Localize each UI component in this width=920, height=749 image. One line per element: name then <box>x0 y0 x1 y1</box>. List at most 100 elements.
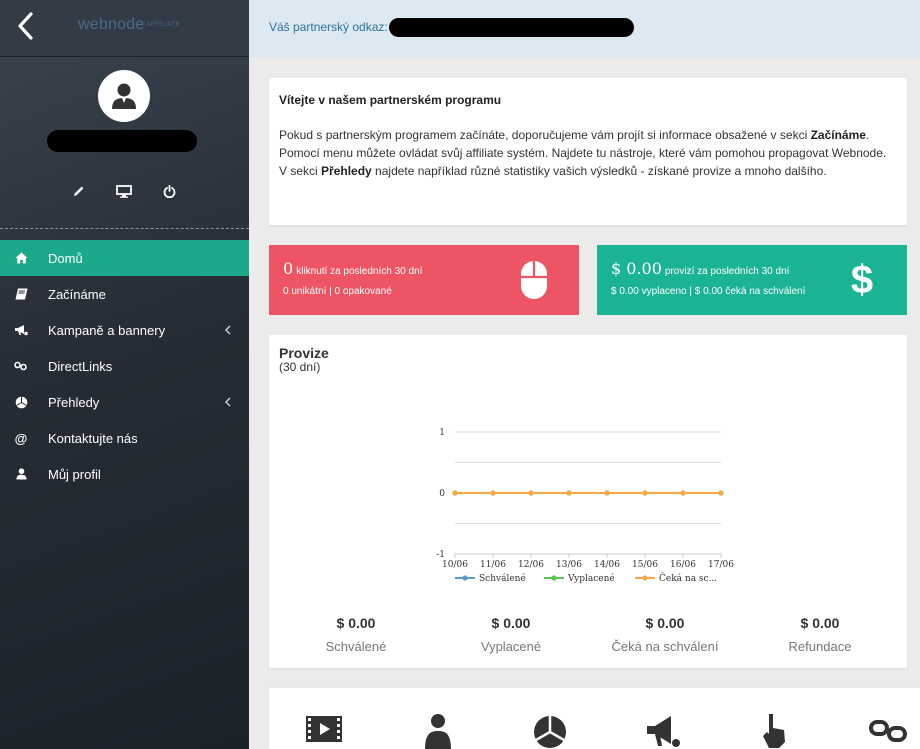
total-ceka: $ 0.00 Čeká na schválení <box>585 615 745 654</box>
chart-x-tick-label: 17/06 <box>708 560 734 570</box>
total-refundace: $ 0.00 Refundace <box>740 615 900 654</box>
chart-data-point <box>604 490 610 496</box>
chart-data-point <box>452 490 458 496</box>
clicks-value-line: 0 kliknutí za posledních 30 dní <box>283 259 422 278</box>
clicks-value: 0 <box>283 259 294 278</box>
user-icon <box>14 467 28 481</box>
chart-x-tick-label: 16/06 <box>670 560 696 570</box>
sidebar-item-label: Domů <box>48 250 83 266</box>
sidebar-item-kontakt[interactable]: @ Kontaktujte nás <box>0 420 249 456</box>
sidebar-item-profil[interactable]: Můj profil <box>0 456 249 492</box>
welcome-card: Vítejte v našem partnerském programu Pok… <box>269 78 907 225</box>
chart-y-tick-label: -1 <box>436 550 445 560</box>
link-zaciname[interactable]: Začínáme <box>811 128 866 142</box>
chart-data-point <box>490 490 496 496</box>
dollar-icon: $ <box>850 258 874 302</box>
chart-x-tick-label: 11/06 <box>480 560 506 570</box>
total-label: Refundace <box>788 639 852 654</box>
book-icon <box>14 287 28 301</box>
commissions-label: provizí za posledních 30 dní <box>664 266 790 277</box>
welcome-p3-end: najdete například různé statistiky vašic… <box>371 164 827 178</box>
commissions-stat-card[interactable]: $ 0.00 provizí za posledních 30 dní $ 0.0… <box>597 245 907 315</box>
chart-legend-marker <box>551 575 557 581</box>
sidebar-item-label: Můj profil <box>48 466 101 482</box>
commissions-value: $ 0.00 <box>611 259 662 278</box>
welcome-text: Pokud s partnerským programem začínáte, … <box>279 126 897 180</box>
chart-data-point <box>642 490 648 496</box>
welcome-p3-text: V sekci <box>279 164 322 178</box>
chart-x-tick-label: 13/06 <box>556 560 582 570</box>
film-icon[interactable] <box>305 712 343 749</box>
chart-legend-marker <box>642 575 648 581</box>
logo-text: webnode <box>78 16 145 33</box>
power-icon[interactable] <box>158 180 180 202</box>
chart-y-tick-label: 1 <box>439 428 445 438</box>
total-value: $ 0.00 <box>491 615 531 631</box>
link-icon <box>14 359 28 373</box>
chevron-left-icon <box>224 325 231 335</box>
chart-x-tick-label: 15/06 <box>632 560 658 570</box>
redacted-referral-link[interactable] <box>389 18 634 37</box>
chart-legend-label: Schválené <box>479 573 526 584</box>
chart-data-point <box>680 490 686 496</box>
chart-x-tick-label: 14/06 <box>594 560 620 570</box>
pie-chart-icon[interactable] <box>531 712 569 749</box>
home-icon <box>14 251 28 265</box>
sidebar-item-prehledy[interactable]: Přehledy <box>0 384 249 420</box>
commissions-chart-card: Provize (30 dní) 1 0 -1 10/06 11/06 12/06 13/0… <box>269 335 907 668</box>
total-label: Vyplacené <box>480 639 542 654</box>
user-avatar-icon <box>112 83 136 109</box>
sidebar-item-label: Kampaně a bannery <box>48 322 166 338</box>
referral-label: Váš partnerský odkaz: <box>269 20 388 34</box>
back-arrow-icon[interactable] <box>14 10 40 46</box>
chart-data-point <box>528 490 534 496</box>
welcome-p1-text: Pokud s partnerským programem začínáte, … <box>279 128 811 142</box>
monitor-icon[interactable] <box>113 180 135 202</box>
pie-chart-icon <box>14 395 28 409</box>
pointer-hand-icon[interactable] <box>757 712 795 749</box>
chart-legend-marker <box>462 575 468 581</box>
chart-data-point <box>718 490 724 496</box>
total-schvalene: $ 0.00 Schválené <box>276 615 436 654</box>
total-label: Schválené <box>325 639 387 654</box>
sidebar-item-label: DirectLinks <box>48 358 113 374</box>
mouse-icon <box>521 261 547 299</box>
link-prehledy[interactable]: Přehledy <box>321 164 372 178</box>
megaphone-icon[interactable] <box>643 712 681 749</box>
clicks-breakdown: 0 unikátní | 0 opakované <box>283 286 392 297</box>
welcome-p2-text: Pomocí menu můžete ovládat svůj affiliat… <box>279 146 887 160</box>
redacted-username <box>47 130 197 152</box>
edit-pencil-icon[interactable] <box>68 180 90 202</box>
user-icon[interactable] <box>419 712 457 749</box>
referral-bar: Váš partnerský odkaz: <box>249 0 920 57</box>
total-value: $ 0.00 <box>336 615 376 631</box>
welcome-title: Vítejte v našem partnerském programu <box>279 93 502 107</box>
avatar[interactable] <box>98 70 150 122</box>
sidebar-item-directlinks[interactable]: DirectLinks <box>0 348 249 384</box>
sidebar-item-zaciname[interactable]: Začínáme <box>0 276 249 312</box>
chart-legend-label: Čeká na sc... <box>659 572 717 584</box>
chart-x-tick-label: 12/06 <box>518 560 544 570</box>
clicks-stat-card[interactable]: 0 kliknutí za posledních 30 dní 0 unikátn… <box>269 245 579 315</box>
chart-y-tick-label: 0 <box>439 489 445 499</box>
chart-x-tick-label: 10/06 <box>442 560 468 570</box>
megaphone-icon <box>14 323 28 337</box>
profile-tools <box>0 180 249 202</box>
total-label: Čeká na schválení <box>611 639 719 654</box>
logo-badge: AFFILIATE <box>146 21 181 28</box>
sidebar-divider <box>0 228 249 229</box>
sidebar-item-label: Kontaktujte nás <box>48 430 138 446</box>
chart-legend-label: Vyplacené <box>567 573 615 584</box>
sidebar-header: webnode AFFILIATE <box>0 0 249 57</box>
total-value: $ 0.00 <box>800 615 840 631</box>
sidebar-item-label: Začínáme <box>48 286 106 302</box>
commissions-value-line: $ 0.00 provizí za posledních 30 dní <box>611 259 789 278</box>
sidebar-item-domu[interactable]: Domů <box>0 240 249 276</box>
logo[interactable]: webnode AFFILIATE <box>78 16 180 34</box>
sidebar: webnode AFFILIATE Domů Začínáme Kampaně … <box>0 0 249 749</box>
link-icon[interactable] <box>869 712 907 749</box>
total-value: $ 0.00 <box>645 615 685 631</box>
tools-card <box>269 688 920 749</box>
sidebar-item-kampane[interactable]: Kampaně a bannery <box>0 312 249 348</box>
chevron-left-icon <box>224 397 231 407</box>
